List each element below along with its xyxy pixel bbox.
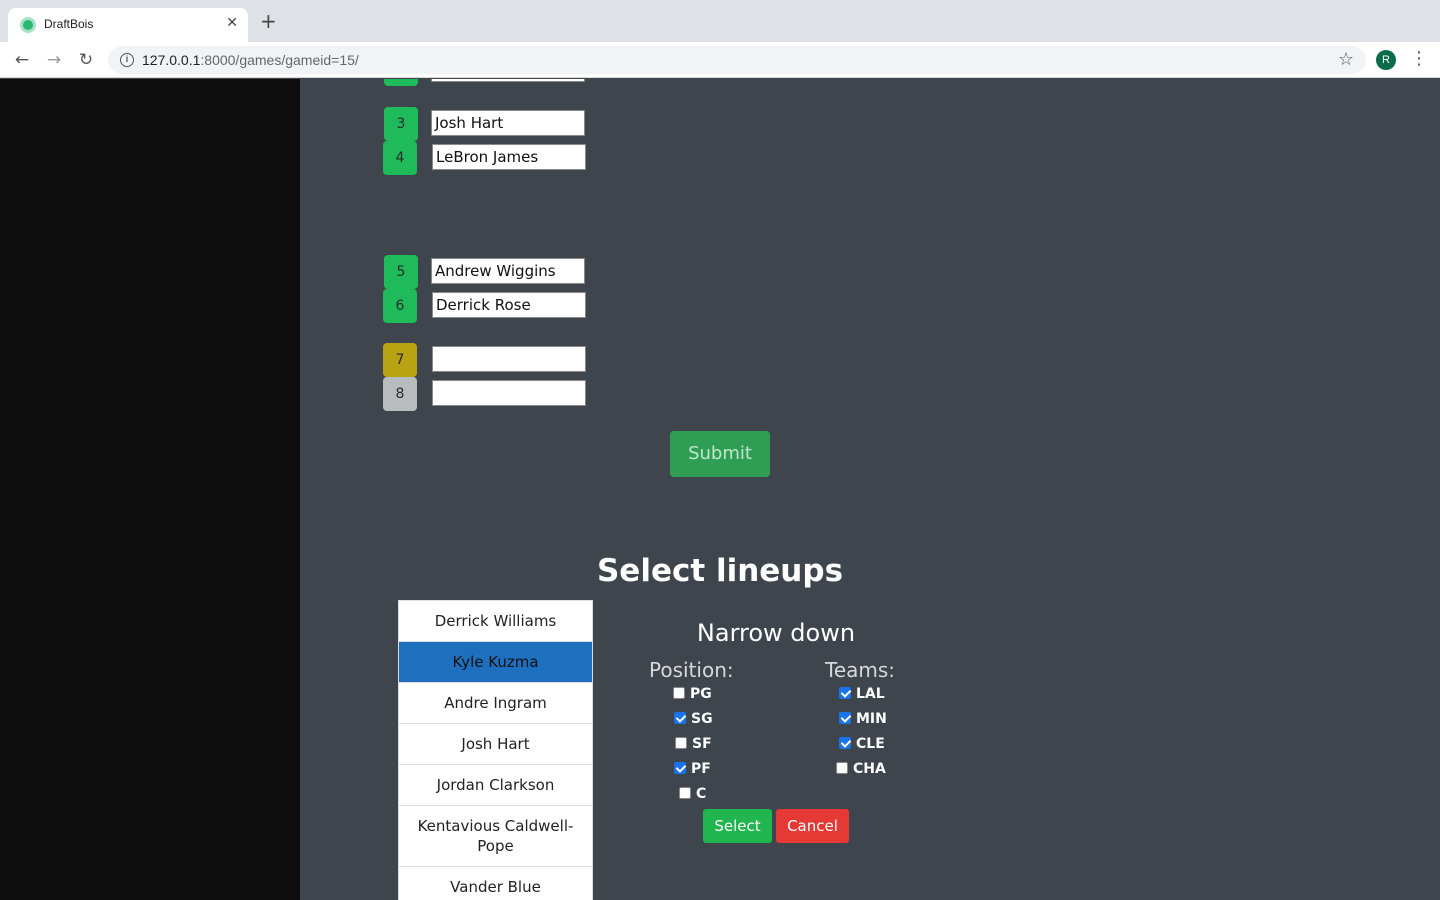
site-favicon-icon bbox=[20, 17, 36, 33]
pick-number: 6 bbox=[383, 289, 417, 323]
checkbox-checked[interactable] bbox=[839, 712, 851, 724]
pick-number: 3 bbox=[384, 107, 418, 141]
reload-icon[interactable]: ↻ bbox=[74, 48, 98, 72]
position-label: Position: bbox=[649, 658, 734, 682]
submit-button[interactable]: Submit bbox=[670, 431, 770, 477]
pick-input[interactable]: Derrick Rose bbox=[432, 292, 586, 318]
position-option-c[interactable]: C bbox=[679, 784, 706, 804]
player-list: Derrick Williams Kyle Kuzma Andre Ingram… bbox=[398, 600, 593, 900]
player-list-item[interactable]: Derrick Williams bbox=[399, 601, 592, 642]
pick-number: 4 bbox=[383, 141, 417, 175]
teams-label: Teams: bbox=[825, 658, 896, 682]
team-option-min[interactable]: MIN bbox=[839, 709, 887, 729]
checkbox-checked[interactable] bbox=[839, 687, 851, 699]
pick-number: 5 bbox=[384, 255, 418, 289]
position-option-sf[interactable]: SF bbox=[675, 734, 712, 754]
team-option-cha[interactable]: CHA bbox=[836, 759, 886, 779]
pick-input[interactable]: Andrew Wiggins bbox=[431, 258, 585, 284]
position-option-pg[interactable]: PG bbox=[673, 684, 712, 704]
player-list-item[interactable]: Vander Blue bbox=[399, 867, 592, 900]
sidebar bbox=[0, 79, 300, 900]
site-info-icon[interactable]: i bbox=[120, 53, 134, 67]
filter-title: Narrow down bbox=[696, 619, 856, 647]
pick-number-current: 7 bbox=[383, 343, 417, 377]
address-bar[interactable]: i 127.0.0.1:8000/games/gameid=15/ ☆ bbox=[108, 46, 1366, 74]
pick-input[interactable] bbox=[432, 380, 586, 406]
url-text[interactable]: 127.0.0.1:8000/games/gameid=15/ bbox=[142, 52, 359, 68]
position-option-sg[interactable]: SG bbox=[674, 709, 713, 729]
position-option-pf[interactable]: PF bbox=[674, 759, 711, 779]
checkbox-checked[interactable] bbox=[839, 737, 851, 749]
checkbox-checked[interactable] bbox=[674, 762, 686, 774]
checkbox[interactable] bbox=[679, 787, 691, 799]
browser-toolbar: ← → ↻ i 127.0.0.1:8000/games/gameid=15/ … bbox=[0, 42, 1440, 78]
player-list-item[interactable]: Kentavious Caldwell-Pope bbox=[399, 806, 592, 867]
browser-tab[interactable]: DraftBois ✕ bbox=[8, 8, 248, 42]
player-list-item[interactable]: Jordan Clarkson bbox=[399, 765, 592, 806]
pick-input[interactable] bbox=[432, 346, 586, 372]
select-button[interactable]: Select bbox=[703, 809, 772, 843]
player-list-item[interactable]: Andre Ingram bbox=[399, 683, 592, 724]
pick-input[interactable]: LeBron James bbox=[432, 144, 586, 170]
back-arrow-icon[interactable]: ← bbox=[10, 48, 34, 72]
checkbox[interactable] bbox=[675, 737, 687, 749]
new-tab-icon[interactable]: + bbox=[260, 11, 277, 31]
checkbox[interactable] bbox=[673, 687, 685, 699]
pick-input[interactable]: Josh Hart bbox=[431, 110, 585, 136]
tab-title: DraftBois bbox=[44, 17, 94, 31]
pick-number-partial bbox=[384, 79, 418, 86]
browser-tab-bar: DraftBois ✕ + bbox=[0, 0, 1440, 42]
checkbox[interactable] bbox=[836, 762, 848, 774]
player-list-item[interactable]: Josh Hart bbox=[399, 724, 592, 765]
pick-number-pending: 8 bbox=[383, 377, 417, 411]
cancel-button[interactable]: Cancel bbox=[776, 809, 849, 843]
section-title: Select lineups bbox=[596, 553, 844, 589]
checkbox-checked[interactable] bbox=[674, 712, 686, 724]
team-option-lal[interactable]: LAL bbox=[839, 684, 885, 704]
team-option-cle[interactable]: CLE bbox=[839, 734, 885, 754]
forward-arrow-icon[interactable]: → bbox=[42, 48, 66, 72]
browser-menu-icon[interactable]: ⋮ bbox=[1410, 48, 1428, 69]
bookmark-star-icon[interactable]: ☆ bbox=[1338, 49, 1354, 70]
main-content: 3 Josh Hart 4 LeBron James 5 Andrew Wigg… bbox=[300, 79, 1440, 900]
profile-avatar[interactable]: R bbox=[1376, 50, 1396, 70]
player-list-item-selected[interactable]: Kyle Kuzma bbox=[399, 642, 592, 683]
pick-input-partial[interactable] bbox=[431, 79, 585, 82]
close-tab-icon[interactable]: ✕ bbox=[226, 15, 238, 31]
